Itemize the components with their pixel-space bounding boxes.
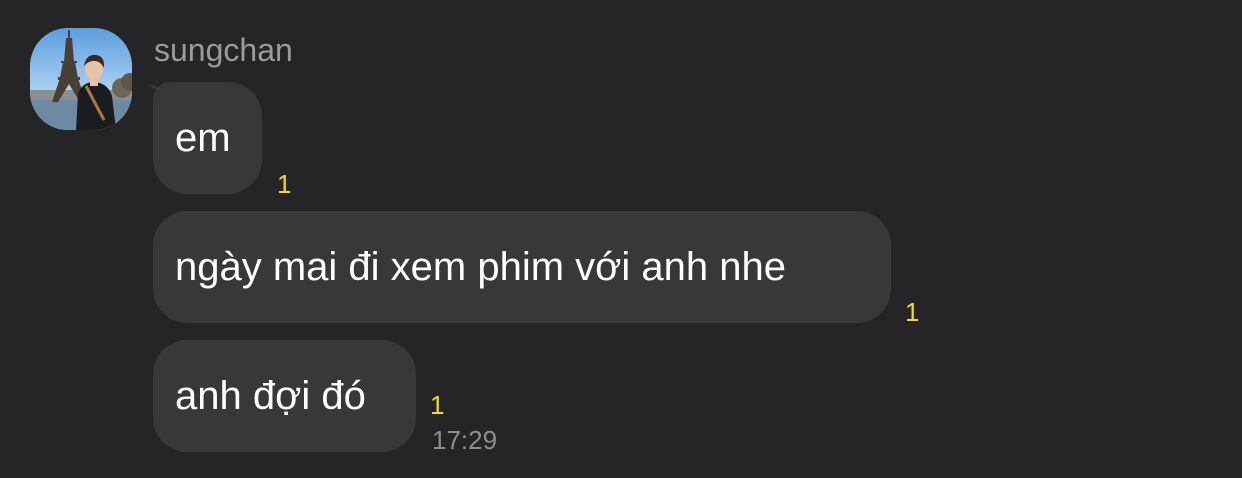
message-bubble[interactable]: ngày mai đi xem phim với anh nhe — [153, 211, 891, 323]
unread-count: 1 — [277, 169, 292, 199]
unread-count: 1 — [905, 297, 920, 327]
message-timestamp: 17:29 — [432, 425, 498, 455]
message-bubble[interactable]: em — [153, 82, 262, 194]
profile-photo-icon — [30, 28, 132, 130]
sender-avatar[interactable] — [30, 28, 132, 130]
message-bubble[interactable]: anh đợi đó — [153, 340, 416, 452]
sender-name: sungchan — [154, 32, 293, 68]
unread-count: 1 — [430, 390, 445, 420]
